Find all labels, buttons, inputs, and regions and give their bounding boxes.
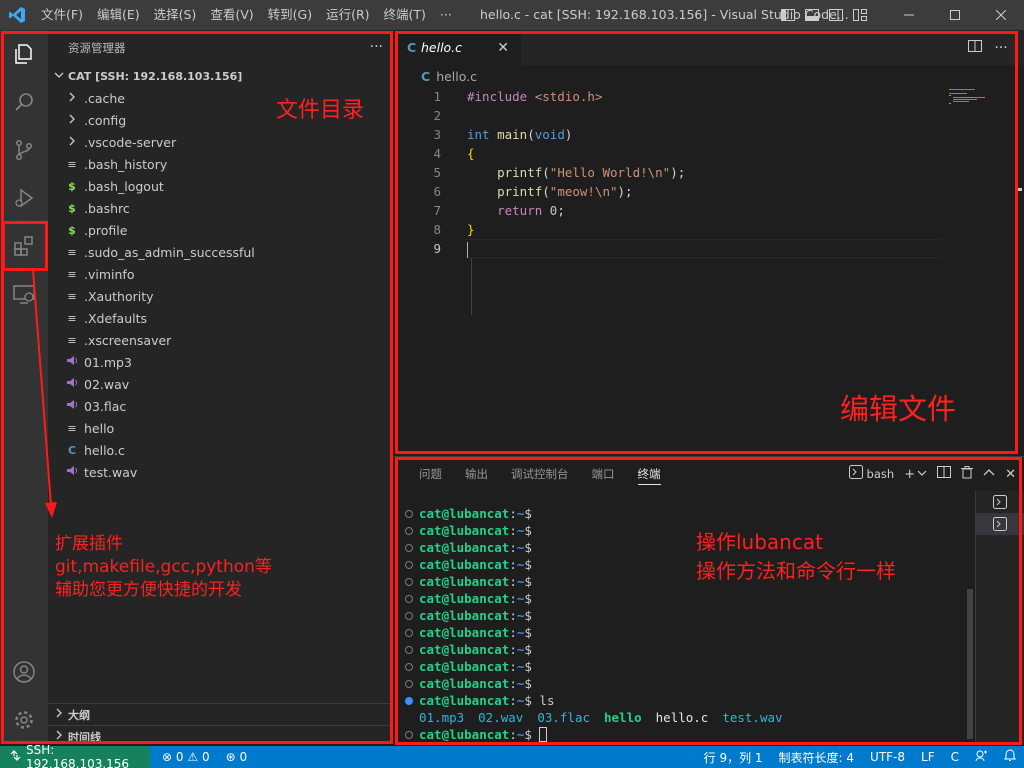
annotation-extensions: 扩展插件 git,makefile,gcc,python等 辅助您更方便快捷的开… <box>55 533 272 602</box>
menu-item-1[interactable]: 编辑(E) <box>90 0 147 30</box>
annotation-box-terminal <box>395 457 1022 745</box>
toggle-panel-icon[interactable] <box>800 0 824 30</box>
maximize-button[interactable] <box>932 0 978 30</box>
remote-icon <box>10 750 21 764</box>
customize-layout-icon[interactable] <box>848 0 872 30</box>
remote-indicator[interactable]: SSH: 192.168.103.156 <box>0 743 150 768</box>
problems-indicator[interactable]: ⊗ 0 ⚠ 0 <box>154 750 218 764</box>
menu-item-0[interactable]: 文件(F) <box>34 0 90 30</box>
toggle-sidebar-icon[interactable] <box>776 0 800 30</box>
annotation-extensions-line3: 辅助您更方便快捷的开发 <box>55 580 242 600</box>
title-bar: 文件(F) 编辑(E) 选择(S) 查看(V) 转到(G) 运行(R) 终端(T) ··· h… <box>0 0 1024 30</box>
menu-item-6[interactable]: 终端(T) <box>377 0 433 30</box>
end-of-line[interactable]: LF <box>913 750 943 764</box>
close-button[interactable] <box>978 0 1024 30</box>
menu-bar: 文件(F) 编辑(E) 选择(S) 查看(V) 转到(G) 运行(R) 终端(T) ··· <box>34 0 459 30</box>
annotation-terminal-line2: 操作方法和命令行一样 <box>696 559 896 583</box>
warning-count: 0 <box>201 750 210 764</box>
minimize-button[interactable] <box>886 0 932 30</box>
tab-size[interactable]: 制表符长度: 4 <box>771 749 863 766</box>
annotation-extensions-line2: git,makefile,gcc,python等 <box>55 557 272 577</box>
vscode-logo-icon <box>0 0 34 30</box>
warning-icon: ⚠ <box>187 750 199 764</box>
ports-indicator[interactable]: ⊛ 0 <box>218 750 256 764</box>
menu-item-7[interactable]: ··· <box>433 0 459 30</box>
ports-count: 0 <box>239 750 248 764</box>
notifications-bell-icon[interactable] <box>996 749 1024 765</box>
annotation-terminal: 操作lubancat 操作方法和命令行一样 <box>696 528 896 586</box>
annotation-edit-file: 编辑文件 <box>840 392 957 426</box>
cursor-position[interactable]: 行 9，列 1 <box>696 749 771 766</box>
annotation-box-sidebar <box>1 31 393 744</box>
annotation-terminal-line1: 操作lubancat <box>696 530 823 554</box>
feedback-icon[interactable] <box>967 750 996 765</box>
menu-item-3[interactable]: 查看(V) <box>203 0 260 30</box>
annotation-extensions-line1: 扩展插件 <box>55 534 123 554</box>
toggle-secondary-sidebar-icon[interactable] <box>824 0 848 30</box>
status-bar: SSH: 192.168.103.156 ⊗ 0 ⚠ 0 ⊛ 0 行 9，列 1… <box>0 743 1024 768</box>
annotation-file-dir: 文件目录 <box>276 98 365 123</box>
menu-item-5[interactable]: 运行(R) <box>319 0 376 30</box>
language-mode[interactable]: C <box>943 750 967 764</box>
error-icon: ⊗ <box>162 750 173 764</box>
annotation-box-extensions <box>2 221 48 271</box>
error-count: 0 <box>175 750 184 764</box>
menu-item-4[interactable]: 转到(G) <box>261 0 319 30</box>
remote-label: SSH: 192.168.103.156 <box>26 743 130 768</box>
menu-item-2[interactable]: 选择(S) <box>147 0 204 30</box>
broadcast-icon: ⊛ <box>225 750 236 764</box>
encoding[interactable]: UTF-8 <box>862 750 913 764</box>
